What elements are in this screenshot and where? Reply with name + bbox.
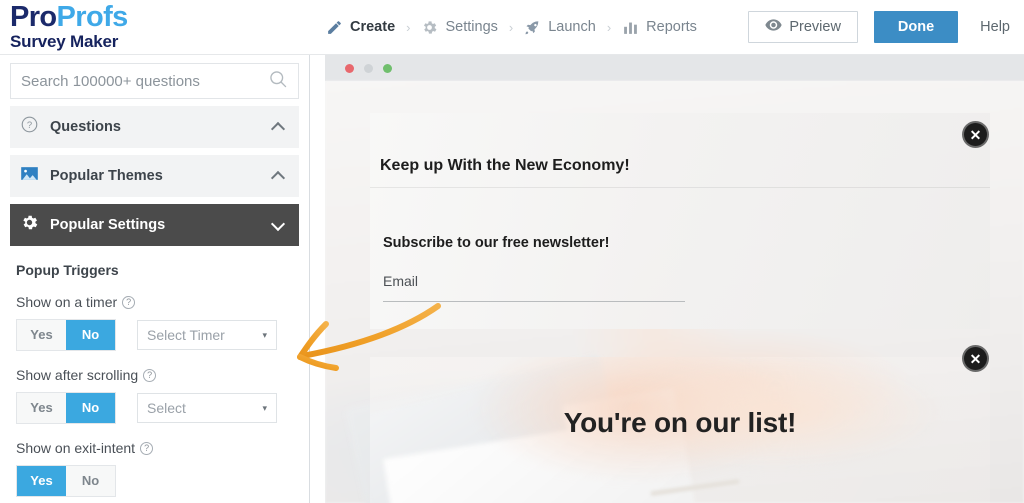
logo-product-name: Survey Maker bbox=[10, 31, 119, 51]
toggle-option-yes[interactable]: Yes bbox=[17, 393, 66, 423]
nav-item-launch[interactable]: Launch bbox=[524, 19, 596, 36]
nav-item-settings[interactable]: Settings bbox=[421, 19, 498, 36]
close-icon: ✕ bbox=[969, 126, 982, 143]
breadcrumb: Create › Settings › Launch › Reports bbox=[320, 19, 748, 36]
field-show-after-scrolling: Show after scrolling ? Yes No Select ▾ bbox=[16, 367, 309, 424]
sidebar-panel-label: Questions bbox=[50, 119, 121, 135]
field-label-text: Show on a timer bbox=[16, 294, 118, 310]
select-value: Select Timer bbox=[147, 327, 225, 343]
popup-close-button-2[interactable]: ✕ bbox=[962, 345, 989, 372]
popup-triggers-title: Popup Triggers bbox=[16, 262, 119, 278]
sidebar-panel-popular-themes[interactable]: Popular Themes bbox=[10, 155, 299, 197]
question-mark-icon[interactable]: ? bbox=[140, 441, 154, 455]
confirmation-heading: You're on our list! bbox=[563, 407, 797, 438]
app-root: ProProfs Survey Maker Create › Settings … bbox=[0, 0, 1024, 503]
field-label-text: Show after scrolling bbox=[16, 367, 139, 383]
field-controls: Yes No Select Timer ▾ bbox=[16, 319, 309, 351]
preview-canvas: Keep up With the New Economy! Subscribe … bbox=[325, 81, 1024, 503]
toggle-show-after-scrolling[interactable]: Yes No bbox=[16, 392, 116, 424]
toggle-option-yes[interactable]: Yes bbox=[17, 320, 66, 350]
popup-subheading: Subscribe to our free newsletter! bbox=[383, 235, 610, 251]
chevron-down-icon: ▾ bbox=[262, 329, 267, 340]
field-show-on-a-timer: Show on a timer ? Yes No Select Timer ▾ bbox=[16, 294, 309, 351]
field-label: Show after scrolling ? bbox=[16, 367, 309, 383]
email-input-underline[interactable] bbox=[383, 301, 685, 302]
select-scroll-dropdown[interactable]: Select ▾ bbox=[137, 393, 277, 423]
email-field-label[interactable]: Email bbox=[383, 273, 418, 289]
field-show-on-exit-intent: Show on exit-intent ? Yes No bbox=[16, 440, 309, 497]
select-timer-dropdown[interactable]: Select Timer ▾ bbox=[137, 320, 277, 350]
nav-label-settings: Settings bbox=[445, 19, 498, 35]
svg-text:?: ? bbox=[27, 120, 32, 131]
breadcrumb-separator: › bbox=[606, 19, 612, 35]
select-value: Select bbox=[147, 400, 186, 416]
nav-item-create[interactable]: Create bbox=[326, 19, 395, 36]
sidebar-panel-label: Popular Settings bbox=[50, 217, 166, 233]
bar-chart-icon bbox=[622, 19, 639, 36]
window-close-dot[interactable] bbox=[345, 63, 354, 73]
sidebar-panel-label: Popular Themes bbox=[50, 168, 163, 184]
chevron-down-icon[interactable] bbox=[272, 219, 285, 232]
preview-pane: Keep up With the New Economy! Subscribe … bbox=[325, 55, 1024, 503]
preview-button[interactable]: Preview bbox=[748, 11, 858, 43]
help-link[interactable]: Help bbox=[980, 19, 1010, 35]
top-bar-actions: Preview Done Help bbox=[748, 11, 1024, 43]
done-button[interactable]: Done bbox=[873, 11, 959, 43]
popup-card-confirmation: You're on our list! bbox=[370, 357, 990, 503]
rocket-icon bbox=[524, 19, 541, 36]
field-label-text: Show on exit-intent bbox=[16, 440, 136, 456]
nav-label-create: Create bbox=[350, 19, 396, 35]
question-mark-icon[interactable]: ? bbox=[143, 368, 157, 382]
image-icon bbox=[20, 164, 39, 188]
search-box[interactable] bbox=[10, 63, 299, 99]
gear-icon bbox=[421, 19, 438, 36]
chevron-up-icon[interactable] bbox=[272, 121, 285, 134]
toggle-option-yes[interactable]: Yes bbox=[17, 466, 66, 496]
popup-close-button-1[interactable]: ✕ bbox=[962, 121, 989, 148]
toggle-show-on-exit-intent[interactable]: Yes No bbox=[16, 465, 116, 497]
nav-item-reports[interactable]: Reports bbox=[622, 19, 697, 36]
popup-divider bbox=[370, 187, 990, 188]
window-minimize-dot[interactable] bbox=[364, 63, 373, 73]
close-icon: ✕ bbox=[969, 350, 982, 367]
question-circle-icon: ? bbox=[20, 115, 39, 139]
browser-chrome bbox=[325, 55, 1024, 81]
field-label: Show on exit-intent ? bbox=[16, 440, 309, 456]
field-controls: Yes No Select ▾ bbox=[16, 392, 309, 424]
question-mark-icon[interactable]: ? bbox=[122, 295, 136, 309]
logo-text-pro: Pro bbox=[10, 0, 57, 33]
chevron-down-icon: ▾ bbox=[262, 402, 267, 413]
pencil-icon bbox=[326, 19, 343, 36]
top-bar: ProProfs Survey Maker Create › Settings … bbox=[0, 0, 1024, 55]
breadcrumb-separator: › bbox=[406, 19, 411, 35]
nav-label-reports: Reports bbox=[646, 19, 697, 35]
logo-text-profs: Profs bbox=[56, 0, 129, 33]
breadcrumb-separator: › bbox=[508, 19, 514, 35]
toggle-option-no[interactable]: No bbox=[66, 466, 115, 496]
sidebar-panel-popular-settings[interactable]: Popular Settings bbox=[10, 204, 299, 246]
nav-label-launch: Launch bbox=[548, 19, 596, 35]
field-label: Show on a timer ? bbox=[16, 294, 309, 310]
chevron-up-icon[interactable] bbox=[272, 170, 285, 183]
toggle-show-on-a-timer[interactable]: Yes No bbox=[16, 319, 116, 351]
search-input[interactable] bbox=[21, 72, 268, 90]
search-icon[interactable] bbox=[268, 69, 288, 94]
sidebar-panel-questions[interactable]: ? Questions bbox=[10, 106, 299, 148]
logo-wordmark: ProProfs bbox=[10, 0, 320, 33]
preview-button-label: Preview bbox=[789, 19, 841, 35]
eye-icon bbox=[765, 19, 782, 35]
popup-heading: Keep up With the New Economy! bbox=[380, 157, 630, 174]
toggle-option-no[interactable]: No bbox=[66, 320, 115, 350]
field-controls: Yes No bbox=[16, 465, 309, 497]
window-maximize-dot[interactable] bbox=[383, 63, 392, 73]
sidebar: ? Questions Popular Themes Popular Setti… bbox=[0, 55, 310, 503]
gear-icon bbox=[20, 213, 39, 237]
popup-card-newsletter: Keep up With the New Economy! Subscribe … bbox=[370, 113, 990, 329]
app-logo[interactable]: ProProfs Survey Maker bbox=[0, 0, 320, 52]
toggle-option-no[interactable]: No bbox=[66, 393, 115, 423]
